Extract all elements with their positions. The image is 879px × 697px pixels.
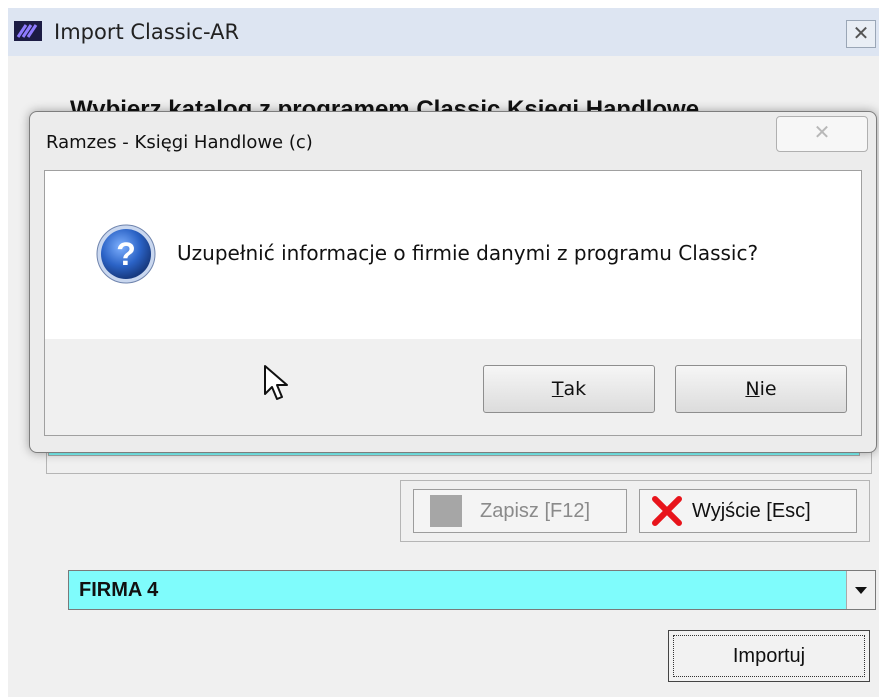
import-button[interactable]: Importuj [668, 630, 870, 682]
confirm-dialog: Ramzes - Księgi Handlowe (c) ✕ ? Uzupełn… [29, 111, 877, 453]
window-title: Import Classic-AR [54, 20, 240, 44]
no-button[interactable]: Nie [675, 365, 847, 413]
chevron-down-icon [855, 586, 867, 594]
no-mnemonic: N [745, 378, 760, 400]
yes-mnemonic: T [551, 378, 564, 400]
save-label: Zapisz [F12] [480, 499, 591, 522]
dialog-message-area: ? Uzupełnić informacje o firmie danymi z… [45, 171, 861, 339]
exit-x-icon [652, 496, 682, 526]
close-icon[interactable]: ✕ [846, 20, 876, 48]
company-select[interactable]: FIRMA 4 [68, 570, 876, 610]
dialog-title: Ramzes - Księgi Handlowe (c) [46, 132, 313, 153]
dialog-close-button[interactable]: ✕ [776, 116, 868, 152]
exit-label: Wyjście [Esc] [692, 499, 811, 522]
save-icon [430, 495, 462, 527]
action-toolbar: Zapisz [F12] Wyjście [Esc] [400, 480, 870, 542]
mouse-cursor-icon [264, 365, 288, 400]
import-label: Importuj [732, 644, 806, 667]
main-titlebar: Import Classic-AR ✕ [8, 8, 879, 56]
app-logo-icon [14, 21, 42, 41]
yes-label: ak [563, 378, 587, 400]
yes-button[interactable]: Tak [483, 365, 655, 413]
dialog-message: Uzupełnić informacje o firmie danymi z p… [177, 241, 759, 265]
dialog-content: ? Uzupełnić informacje o firmie danymi z… [44, 170, 862, 436]
exit-button[interactable]: Wyjście [Esc] [639, 489, 857, 533]
question-icon: ? [96, 224, 156, 284]
dropdown-button[interactable] [846, 571, 875, 609]
save-button[interactable]: Zapisz [F12] [413, 489, 627, 533]
company-select-value: FIRMA 4 [79, 579, 159, 601]
svg-text:?: ? [116, 236, 136, 272]
no-label: ie [759, 378, 777, 400]
